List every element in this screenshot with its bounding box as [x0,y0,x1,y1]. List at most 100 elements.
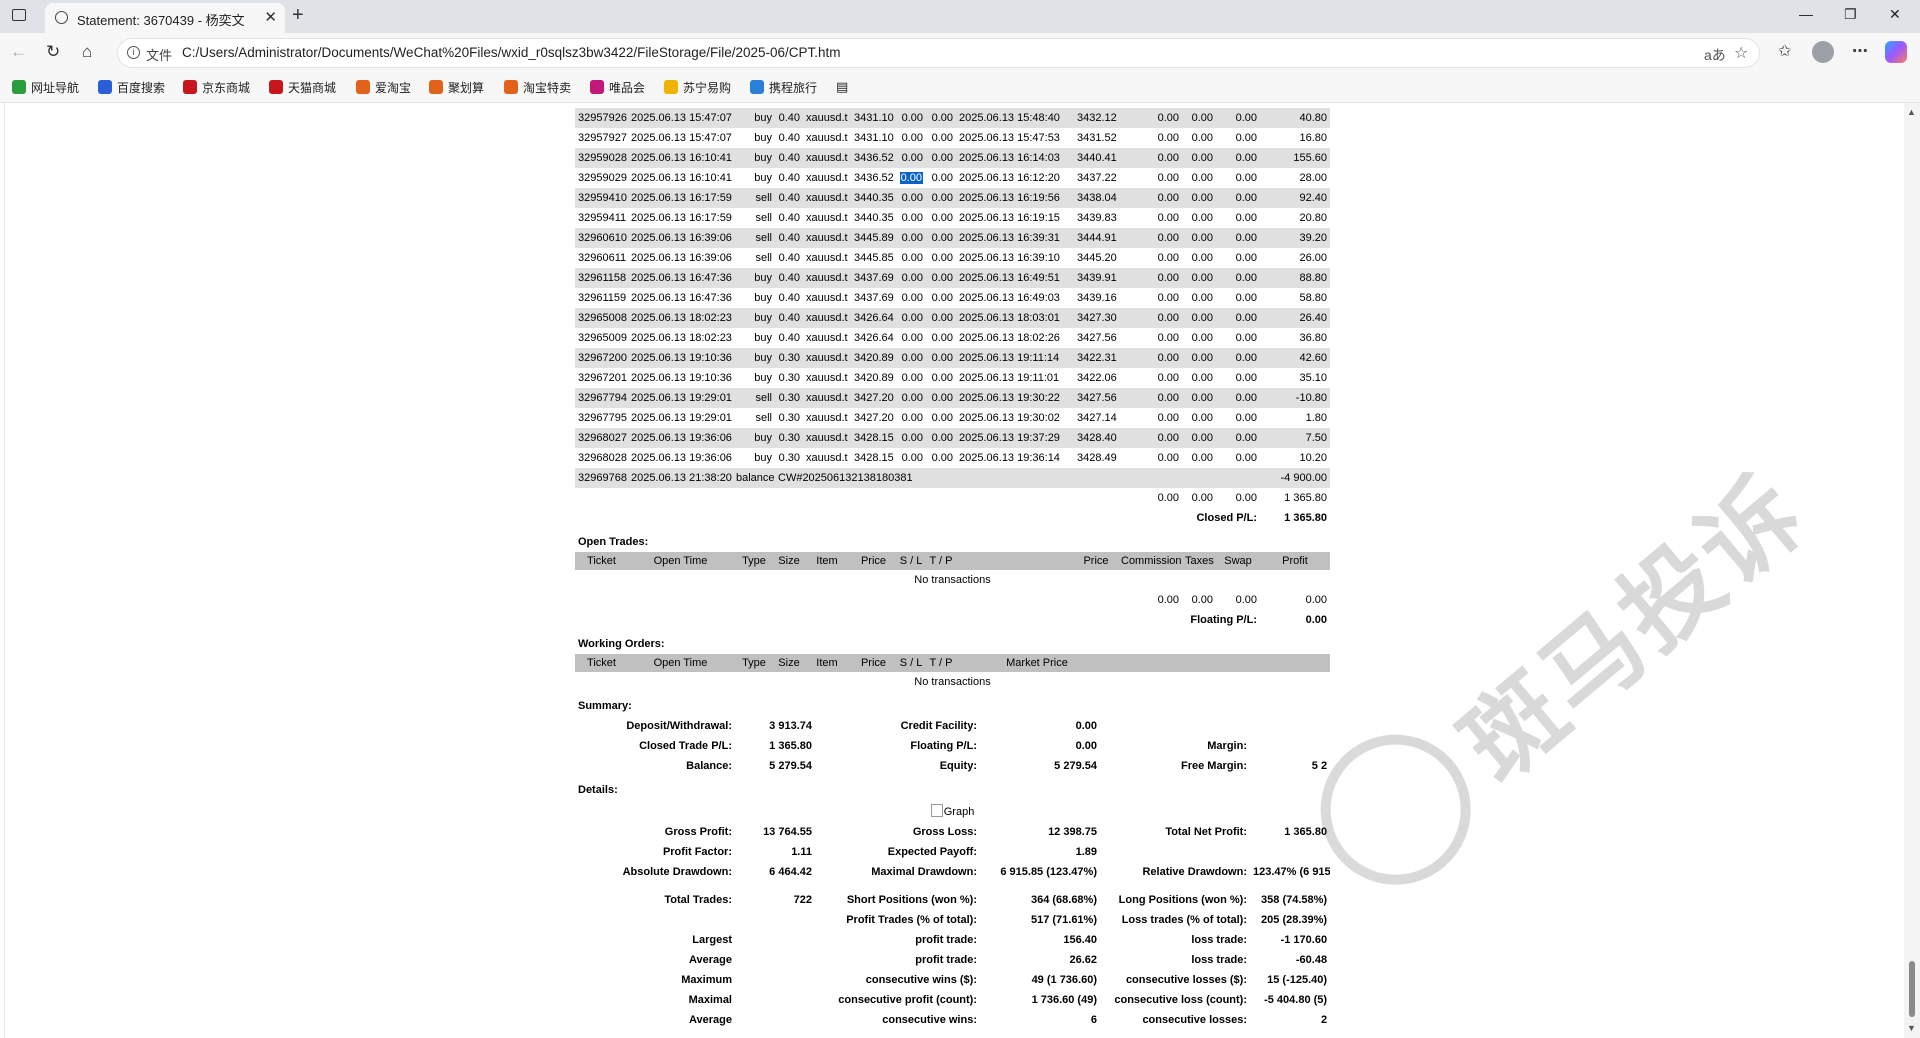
new-tab-button[interactable]: + [292,4,304,27]
balance-amount: -4 900.00 [1260,468,1330,488]
credit-label: Credit Facility: [900,720,977,732]
trade-type: sell [755,212,772,224]
address-bar[interactable]: i 文件 C:/Users/Administrator/Documents/We… [117,38,1760,68]
favorite-star-icon[interactable]: ☆ [1734,43,1748,63]
trade-swap: 0.00 [1235,412,1257,424]
back-icon[interactable]: ← [10,42,27,62]
col-taxes: Taxes [1182,552,1216,570]
trade-close-price: 3440.41 [1074,148,1118,168]
selected-text[interactable]: 0.00 [899,172,923,184]
average-label: Average [688,954,732,966]
profile-avatar[interactable] [1812,41,1834,63]
fav-item[interactable]: 携程旅行 [750,79,817,96]
average-loss-value: -60.48 [1295,954,1328,966]
fav-item[interactable]: 聚划算 [429,79,484,96]
avg-consecutive-losses-label: consecutive losses: [1142,1014,1247,1026]
trade-open-price: 3437.69 [854,292,894,304]
trade-tp: 0.00 [931,132,953,144]
refresh-icon[interactable]: ↻ [46,42,60,62]
expected-payoff-value: 1.89 [1075,846,1097,858]
trade-taxes: 0.00 [1191,372,1213,384]
scroll-thumb[interactable] [1909,961,1915,1017]
equity-value: 5 279.54 [1054,760,1097,772]
largest-profit-value: 156.40 [1063,934,1097,946]
trade-close-price: 3427.56 [1077,332,1117,344]
absolute-drawdown-value: 6 464.42 [769,866,812,878]
scroll-up-icon[interactable]: ▲ [1907,107,1916,117]
closed-trade-pl-value: 1 365.80 [769,740,812,752]
fav-item[interactable]: 苏宁易购 [664,79,731,96]
largest-profit-label: profit trade: [915,934,977,946]
fav-item[interactable]: 爱淘宝 [356,79,411,96]
trade-close-price: 3432.12 [1074,108,1118,128]
url-text[interactable]: C:/Users/Administrator/Documents/WeChat%… [182,45,841,60]
max-consecutive-wins-value: 49 (1 736.60) [1031,974,1097,986]
fav-item[interactable]: 天猫商城 [269,79,336,96]
restore-icon[interactable]: ❐ [1844,6,1857,23]
trade-open-time: 2025.06.13 16:17:59 [628,188,733,208]
copilot-icon[interactable] [1885,41,1907,63]
trade-tp: 0.00 [926,228,956,248]
trade-sl: 0.00 [901,212,923,224]
trade-taxes: 0.00 [1191,412,1213,424]
trade-profit: 16.80 [1299,132,1327,144]
avg-consecutive-wins-label: consecutive wins: [882,1014,977,1026]
scroll-down-icon[interactable]: ▼ [1907,1023,1916,1033]
fav-label: 天猫商城 [288,81,337,95]
info-icon[interactable]: i [127,46,140,59]
trade-open-price: 3427.20 [851,388,896,408]
fav-label: 淘宝特卖 [523,81,572,95]
profit-trades-label: Profit Trades (% of total): [846,914,977,926]
total-swap: 0.00 [1235,492,1257,504]
loss-trades-value: 205 (28.39%) [1261,914,1328,926]
trade-close-price: 3439.83 [1077,212,1117,224]
fav-item[interactable]: 京东商城 [183,79,250,96]
trade-open-time: 2025.06.13 16:39:06 [628,228,733,248]
fav-item[interactable]: 网址导航 [12,79,79,96]
trade-open-price: 3440.35 [851,188,896,208]
trade-row: 32959029 2025.06.13 16:10:41 buy 0.40 xauusd… [575,168,1330,188]
floating-pl-label: Floating P/L: [1190,614,1257,626]
trade-ticket: 32968027 [575,428,628,448]
trade-close-time: 2025.06.13 15:48:40 [956,108,1074,128]
equity-label: Equity: [939,760,977,772]
trade-ticket: 32957926 [575,108,628,128]
fav-item[interactable]: 百度搜索 [98,79,165,96]
total-profit: 1 365.80 [1284,492,1327,504]
more-menu-icon[interactable]: ⋯ [1852,41,1868,61]
col-size: Size [775,654,803,672]
trade-size: 0.40 [775,108,803,128]
trade-open-time: 2025.06.13 15:47:07 [628,108,733,128]
trade-profit: 7.50 [1260,428,1330,448]
trade-swap: 0.00 [1216,388,1260,408]
read-aloud-icon[interactable]: aあ [1704,45,1726,65]
trade-tp: 0.00 [926,188,956,208]
home-icon[interactable]: ⌂ [82,42,92,62]
fav-icon [664,80,678,94]
summary-title: Summary: [578,700,632,712]
tab-actions-icon[interactable] [12,9,26,21]
trade-ticket: 32968028 [578,452,627,464]
vertical-scrollbar[interactable]: ▲ ▼ [1904,103,1920,1038]
trade-close-time: 2025.06.13 19:11:01 [959,372,1060,384]
tab-close-icon[interactable]: ✕ [264,8,277,26]
close-window-icon[interactable]: ✕ [1889,6,1901,23]
fav-item[interactable]: 淘宝特卖 [504,79,571,96]
col-type: Type [733,654,775,672]
trade-swap: 0.00 [1216,348,1260,368]
browser-tab[interactable]: Statement: 3670439 - 杨奕文 ✕ [45,3,285,33]
trade-close-time: 2025.06.13 19:11:14 [956,348,1074,368]
trade-commission: 0.00 [1157,372,1179,384]
fav-item[interactable]: 唯品会 [590,79,645,96]
fav-folder-icon[interactable]: ▤ [836,79,848,95]
broken-image-icon [930,804,943,817]
minimize-icon[interactable]: — [1799,6,1813,22]
trade-item: xauusd.t [806,372,848,384]
trade-type: buy [754,172,772,184]
title-bar: Statement: 3670439 - 杨奕文 ✕ + — ❐ ✕ [0,0,1920,33]
trade-row: 32968027 2025.06.13 19:36:06 buy 0.30 xauusd… [575,428,1330,448]
trade-commission: 0.00 [1157,212,1179,224]
trade-size: 0.30 [778,372,800,384]
trade-sl: 0.00 [896,268,926,288]
favorites-icon[interactable]: ✩ [1778,41,1791,61]
